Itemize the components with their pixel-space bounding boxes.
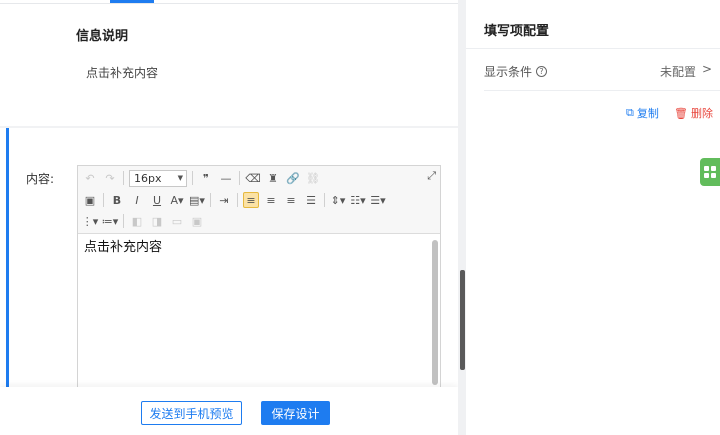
font-size-value: 16px	[134, 171, 162, 185]
font-color-icon[interactable]: A▾	[169, 192, 185, 208]
form-canvas: 信息说明 点击补充内容 内容: ↶ ↷ 16px ▼ ❞ — ⌫ ♜ 🔗 ⛓ ⤢…	[0, 0, 458, 435]
editor-body-text[interactable]: 点击补充内容	[84, 236, 162, 255]
save-design-button[interactable]: 保存设计	[261, 401, 330, 425]
copy-label: 复制	[636, 107, 659, 120]
editor-toolbar: ↶ ↷ 16px ▼ ❞ — ⌫ ♜ 🔗 ⛓ ⤢ ▣ B I U A▾ ▤▾ ⇥…	[78, 166, 440, 234]
copy-icon: ⧉	[626, 106, 634, 119]
horizontal-rule-icon[interactable]: —	[218, 170, 234, 186]
float-center-icon[interactable]: ▣	[189, 213, 205, 229]
toolbar-separator	[237, 193, 238, 207]
unlink-icon[interactable]: ⛓	[305, 170, 321, 186]
blockquote-icon[interactable]: ❞	[198, 170, 214, 186]
config-panel: 填写项配置 显示条件 ? 未配置 > ⧉ 复制 🗑 删除	[466, 0, 720, 435]
paragraph-spacing-icon[interactable]: ☷▾	[350, 192, 366, 208]
toolbar-separator	[192, 171, 193, 185]
italic-icon[interactable]: I	[129, 192, 145, 208]
display-condition-label: 显示条件 ?	[484, 63, 548, 80]
chevron-down-icon: ▼	[177, 174, 183, 182]
bold-icon[interactable]: B	[109, 192, 125, 208]
side-widget-button[interactable]	[700, 158, 720, 186]
copy-button[interactable]: ⧉ 复制	[626, 105, 659, 121]
content-field-label: 内容:	[26, 172, 55, 186]
indent-icon[interactable]: ⇥	[216, 192, 232, 208]
underline-icon[interactable]: U	[149, 192, 165, 208]
toolbar-separator	[123, 171, 124, 185]
toolbar-separator	[123, 214, 124, 228]
delete-label: 删除	[690, 107, 713, 120]
config-panel-title: 填写项配置	[484, 24, 550, 39]
help-icon[interactable]: ?	[536, 66, 548, 77]
background-color-icon[interactable]: ▤▾	[189, 192, 205, 208]
info-section-title[interactable]: 信息说明	[76, 25, 128, 44]
fullscreen-icon[interactable]: ⤢	[427, 169, 436, 183]
ordered-list-icon[interactable]: ⋮▾	[82, 213, 99, 229]
line-height-icon[interactable]: ⇕▾	[330, 192, 346, 208]
letter-spacing-icon[interactable]: ☰▾	[370, 192, 386, 208]
trash-icon: 🗑	[674, 106, 688, 120]
align-left-icon[interactable]: ≡	[243, 192, 259, 208]
canvas-scrollbar[interactable]	[460, 270, 465, 370]
send-to-phone-preview-button[interactable]: 发送到手机预览	[141, 401, 242, 425]
eraser-icon[interactable]: ⌫	[245, 170, 261, 186]
grid-icon	[704, 166, 716, 178]
float-none-icon[interactable]: ▭	[169, 213, 185, 229]
align-right-icon[interactable]: ≡	[283, 192, 299, 208]
divider	[0, 3, 458, 4]
link-icon[interactable]: 🔗	[285, 170, 301, 186]
toolbar-separator	[103, 193, 104, 207]
divider	[466, 48, 720, 49]
undo-icon[interactable]: ↶	[82, 170, 98, 186]
chevron-right-icon[interactable]: >	[702, 62, 712, 76]
info-placeholder[interactable]: 点击补充内容	[86, 64, 158, 81]
selected-field-indicator	[6, 128, 9, 388]
float-left-icon[interactable]: ◧	[129, 213, 145, 229]
divider	[484, 90, 720, 91]
rich-text-editor[interactable]: ↶ ↷ 16px ▼ ❞ — ⌫ ♜ 🔗 ⛓ ⤢ ▣ B I U A▾ ▤▾ ⇥…	[77, 165, 441, 390]
font-size-select[interactable]: 16px ▼	[129, 169, 187, 187]
toolbar-separator	[239, 171, 240, 185]
toolbar-separator	[210, 193, 211, 207]
unordered-list-icon[interactable]: ≔▾	[102, 213, 119, 229]
editor-scrollbar[interactable]	[432, 240, 438, 385]
image-icon[interactable]: ▣	[82, 192, 98, 208]
align-center-icon[interactable]: ≡	[263, 192, 279, 208]
redo-icon[interactable]: ↷	[102, 170, 118, 186]
format-painter-icon[interactable]: ♜	[265, 170, 281, 186]
display-condition-text: 显示条件	[484, 65, 533, 79]
toolbar-separator	[324, 193, 325, 207]
display-condition-value[interactable]: 未配置	[660, 63, 696, 80]
footer-bar: 发送到手机预览 保存设计	[0, 387, 458, 435]
align-justify-icon[interactable]: ☰	[303, 192, 319, 208]
float-right-icon[interactable]: ◨	[149, 213, 165, 229]
section-gap	[0, 126, 458, 128]
delete-button[interactable]: 🗑 删除	[674, 105, 713, 121]
